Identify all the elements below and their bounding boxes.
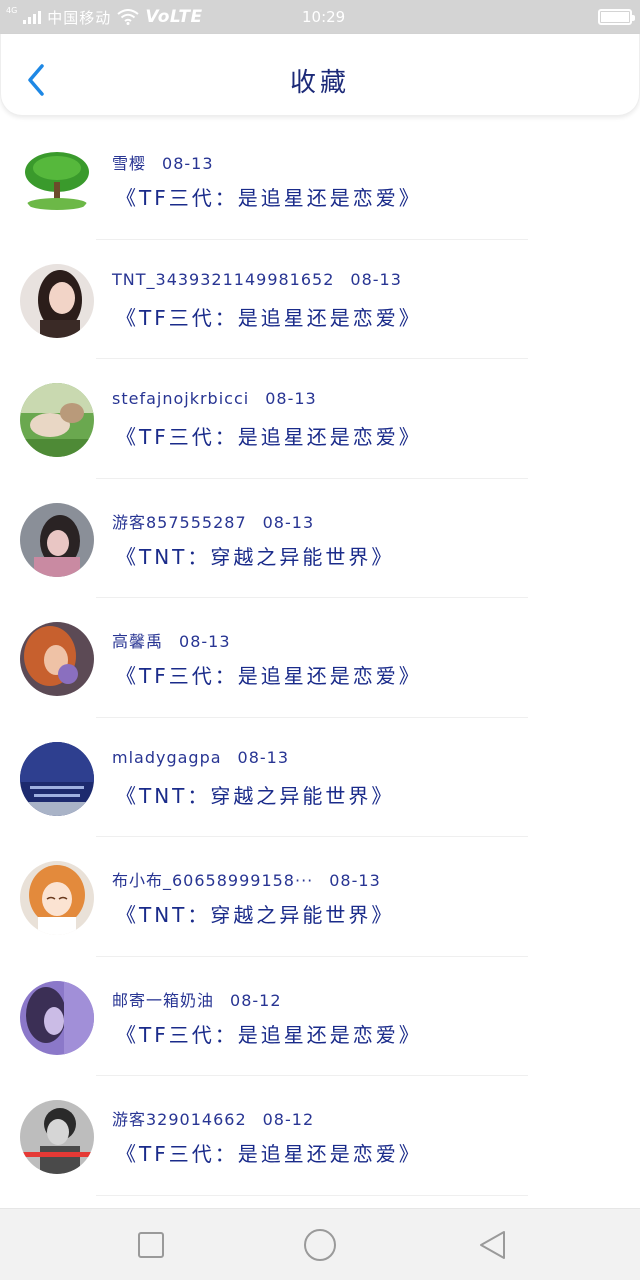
nature-photo-avatar [20, 383, 94, 457]
battery-icon [598, 9, 635, 25]
volte-indicator: VoLTE [145, 7, 203, 27]
network-type-label: 4G [6, 6, 18, 15]
user-name: stefajnojkrbicci [112, 389, 250, 408]
program-title: 《TF三代：是追星还是恋爱》 [116, 1142, 422, 1166]
user-name: 游客857555287 [112, 512, 247, 532]
item-date: 08-13 [350, 269, 402, 289]
list-item[interactable]: 雪樱 08-13 《TF三代：是追星还是恋爱》 [0, 120, 640, 240]
status-clock: 10:29 [302, 8, 346, 26]
user-name: 高馨禹 [112, 632, 164, 651]
page-title: 收藏 [289, 68, 350, 98]
list-item[interactable]: 高馨禹 08-13 《TF三代：是追星还是恋爱》 [0, 598, 640, 718]
user-name: 邮寄一箱奶油 [112, 990, 215, 1010]
status-left-group: 4G 中国移动 VoLTE [6, 0, 203, 34]
program-title: 《TF三代：是追星还是恋爱》 [116, 1022, 422, 1047]
item-date: 08-13 [262, 512, 315, 532]
list-item[interactable]: 游客857555287 08-13 《TNT：穿越之异能世界》 [0, 479, 640, 598]
program-title: 《TNT：穿越之异能世界》 [116, 544, 395, 569]
favorites-list: 雪樱 08-13 《TF三代：是追星还是恋爱》 TNT_343932114998​… [0, 120, 640, 1196]
item-date: 08-13 [329, 871, 381, 890]
user-name: 游客329014662 [112, 1110, 247, 1129]
night-sky-text-avatar [20, 741, 94, 816]
user-name: 雪樱 [112, 154, 147, 173]
triangle-back-icon [480, 1231, 505, 1259]
list-item[interactable]: TNT_343932114998​1652 08-13 《TF三代：是追星还是恋爱… [0, 240, 640, 359]
circle-icon [304, 1229, 336, 1261]
list-item[interactable]: mladygagpa 08-13 《TNT：穿越之异能世界》 [0, 718, 640, 837]
user-name: mladygagpa [112, 747, 222, 767]
item-date: 08-13 [237, 747, 290, 767]
girl-portrait-avatar [20, 263, 94, 338]
divider [96, 1194, 528, 1196]
home-button[interactable] [302, 1227, 338, 1263]
app-header: 收藏 [0, 34, 640, 116]
program-title: 《TNT：穿越之异能世界》 [116, 783, 395, 808]
system-nav-bar [0, 1208, 640, 1280]
nav-back-button[interactable] [474, 1227, 510, 1263]
tree-avatar [20, 144, 94, 218]
item-date: 08-13 [179, 632, 231, 651]
program-title: 《TF三代：是追星还是恋爱》 [116, 425, 422, 449]
program-title: 《TNT：穿越之异能世界》 [116, 903, 395, 927]
program-title: 《TF三代：是追星还是恋爱》 [116, 664, 422, 688]
item-date: 08-12 [230, 990, 282, 1010]
list-item[interactable]: 布小布_60658999158··· 08-13 《TNT：穿越之异能世界》 [0, 837, 640, 957]
purple-portrait-avatar [20, 980, 94, 1055]
list-item[interactable]: 游客329014662 08-12 《TF三代：是追星还是恋爱》 [0, 1076, 640, 1196]
girl-flower-avatar [20, 622, 94, 696]
carrier-name: 中国移动 [47, 8, 112, 27]
list-item[interactable]: stefajnojkrbicci 08-13 《TF三代：是追星还是恋爱》 [0, 359, 640, 479]
status-bar: 4G 中国移动 VoLTE 10:29 [0, 0, 640, 34]
square-icon [138, 1232, 164, 1258]
user-name: TNT_343932114998​1652 [112, 269, 335, 289]
item-date: 08-13 [265, 389, 317, 408]
list-item[interactable]: 邮寄一箱奶油 08-12 《TF三代：是追星还是恋爱》 [0, 957, 640, 1076]
signal-strength-icon [23, 10, 42, 24]
recent-apps-button[interactable] [133, 1227, 169, 1263]
bw-portrait-avatar [20, 1100, 94, 1174]
girl-hat-avatar [20, 502, 94, 577]
item-date: 08-13 [162, 154, 214, 173]
user-name: 布小布_60658999158··· [112, 871, 314, 890]
wifi-icon [117, 9, 139, 25]
program-title: 《TF三代：是追星还是恋爱》 [116, 186, 422, 210]
anime-girl-avatar [20, 861, 94, 935]
program-title: 《TF三代：是追星还是恋爱》 [116, 305, 422, 330]
item-date: 08-12 [262, 1110, 315, 1129]
